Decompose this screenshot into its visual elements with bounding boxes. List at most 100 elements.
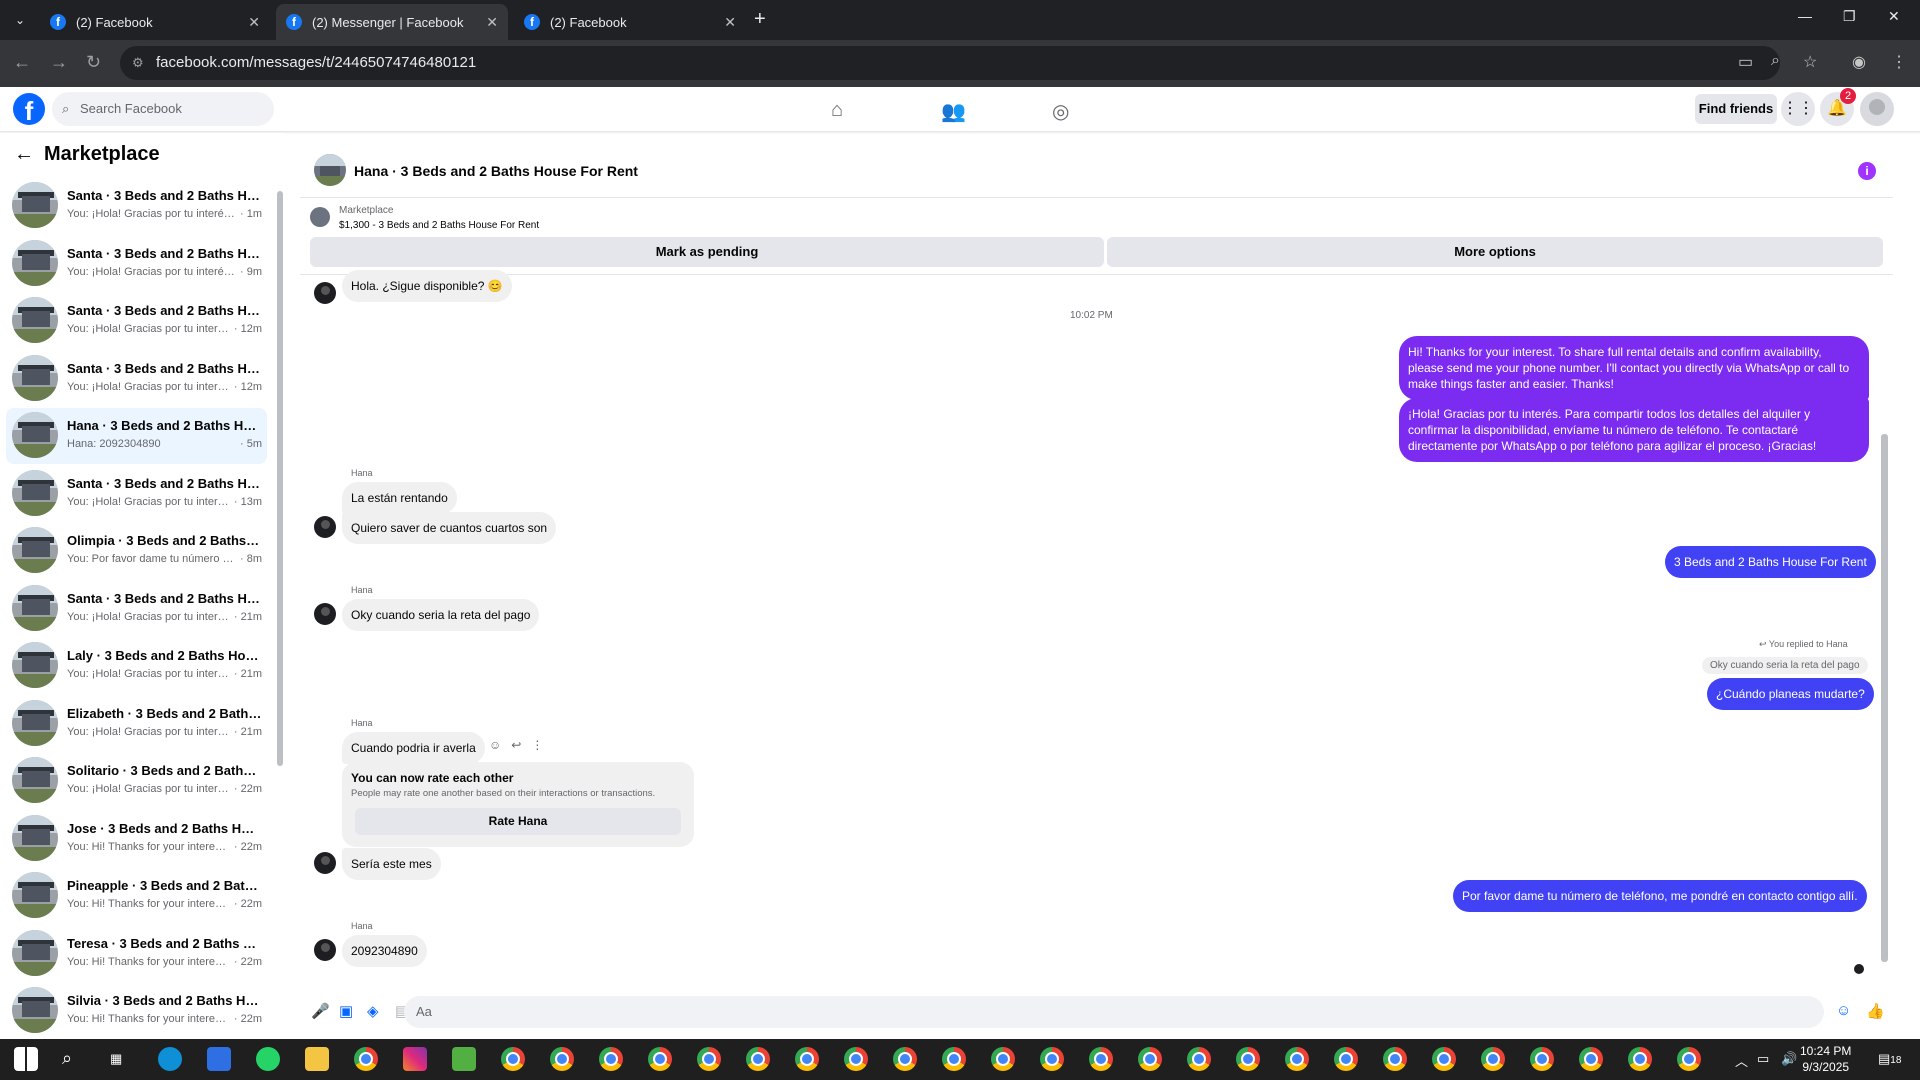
listing-photo[interactable] [314,154,346,186]
network-icon[interactable]: ▭ [1757,1051,1769,1067]
message-outgoing[interactable]: ¡Hola! Gracias por tu interés. Para comp… [1399,398,1869,462]
menu-kebab-icon[interactable]: ⋮ [1891,52,1907,72]
find-friends-button[interactable]: Find friends [1695,94,1777,124]
task-view-icon[interactable]: ▦ [110,1051,122,1067]
instagram-icon[interactable] [403,1047,427,1071]
back-icon[interactable]: ← [13,52,31,73]
chrome-window-icon[interactable] [795,1047,819,1071]
close-tab-icon[interactable]: ✕ [248,14,260,31]
more-options-button[interactable]: More options [1107,237,1883,267]
more-icon[interactable]: ⋮ [531,738,553,752]
chrome-window-icon[interactable] [1138,1047,1162,1071]
zoom-icon[interactable]: ⌕ [1771,52,1780,70]
notification-center-icon[interactable]: ▤18 [1878,1051,1901,1067]
close-window-icon[interactable]: ✕ [1888,8,1900,25]
chrome-window-icon[interactable] [1530,1047,1554,1071]
rate-button[interactable]: Rate Hana [355,808,681,835]
chrome-icon[interactable] [354,1047,378,1071]
start-icon[interactable] [14,1047,38,1071]
volume-icon[interactable]: 🔊 [1781,1051,1797,1067]
chrome-window-icon[interactable] [1089,1047,1113,1071]
install-app-icon[interactable]: ▭ [1738,52,1753,72]
reply-icon[interactable]: ↩ [511,738,531,752]
conversation-item[interactable]: Solitario · 3 Beds and 2 Baths House For… [6,753,267,809]
message-outgoing[interactable]: Por favor dame tu número de teléfono, me… [1453,880,1867,912]
close-tab-icon[interactable]: ✕ [486,14,498,31]
chrome-window-icon[interactable] [599,1047,623,1071]
whatsapp-icon[interactable] [256,1047,280,1071]
avatar[interactable] [314,852,336,874]
chrome-window-icon[interactable] [1383,1047,1407,1071]
back-arrow-icon[interactable]: ← [14,143,34,165]
profile-icon[interactable]: ◉ [1852,52,1866,72]
notepad-icon[interactable] [452,1047,476,1071]
sticker-icon[interactable]: ◈ [367,1002,379,1020]
chrome-window-icon[interactable] [1579,1047,1603,1071]
menu-grid-icon[interactable]: ⋮⋮ [1781,92,1815,126]
conversation-item[interactable]: Santa · 3 Beds and 2 Baths House For Ren… [6,178,267,234]
chrome-window-icon[interactable] [1040,1047,1064,1071]
conversation-item[interactable]: Jose · 3 Beds and 2 Baths House For Rent… [6,811,267,867]
friends-icon[interactable]: 👥 [941,99,966,124]
chrome-window-icon[interactable] [844,1047,868,1071]
message-incoming[interactable]: Hola. ¿Sigue disponible? 😊 [342,270,512,302]
chat-scrollbar[interactable] [1881,434,1888,962]
conversation-item[interactable]: Pineapple · 3 Beds and 2 Baths House For… [6,868,267,924]
tray-chevron-icon[interactable]: ︿ [1735,1051,1748,1070]
chat-title[interactable]: Hana · 3 Beds and 2 Baths House For Rent [354,163,638,179]
forward-icon[interactable]: → [50,52,68,73]
site-info-icon[interactable]: ⚙ [132,46,144,80]
bookmark-star-icon[interactable]: ☆ [1803,52,1817,72]
avatar[interactable] [314,282,336,304]
chrome-window-icon[interactable] [1677,1047,1701,1071]
browser-tab-3[interactable]: f (2) Facebook ✕ [514,4,746,40]
minimize-icon[interactable]: — [1798,8,1812,24]
chrome-window-icon[interactable] [1481,1047,1505,1071]
conversation-item[interactable]: Santa · 3 Beds and 2 Baths House For Ren… [6,236,267,292]
message-outgoing[interactable]: 3 Beds and 2 Baths House For Rent [1665,546,1876,578]
avatar[interactable] [314,939,336,961]
listing-thumb[interactable] [310,207,330,227]
avatar[interactable] [314,603,336,625]
chrome-window-icon[interactable] [746,1047,770,1071]
file-explorer-icon[interactable] [305,1047,329,1071]
chrome-window-icon[interactable] [1628,1047,1652,1071]
message-outgoing[interactable]: ¿Cuándo planeas mudarte? [1707,678,1874,710]
conversation-item[interactable]: Olimpia · 3 Beds and 2 Baths House For R… [6,523,267,579]
photo-icon[interactable]: ▣ [339,1002,353,1020]
tab-search-button[interactable]: ⌄ [8,8,32,32]
quoted-message[interactable]: Oky cuando seria la reta del pago [1702,657,1868,674]
chrome-window-icon[interactable] [1432,1047,1456,1071]
conversation-item[interactable]: Santa · 3 Beds and 2 Baths House For Ren… [6,351,267,407]
chrome-window-icon[interactable] [550,1047,574,1071]
groups-icon[interactable]: ◎ [1052,99,1069,124]
conversation-item[interactable]: Silvia · 3 Beds and 2 Baths House For Re… [6,983,267,1039]
message-incoming[interactable]: Sería este mes [342,848,441,880]
conversation-item[interactable]: Santa · 3 Beds and 2 Baths House For Ren… [6,581,267,637]
home-icon[interactable]: ⌂ [831,99,843,122]
account-avatar[interactable] [1860,92,1894,126]
browser-tab-1[interactable]: f (2) Facebook ✕ [40,4,270,40]
conversation-item[interactable]: Elizabeth · 3 Beds and 2 Baths House For… [6,696,267,752]
chrome-window-icon[interactable] [991,1047,1015,1071]
chrome-window-icon[interactable] [1334,1047,1358,1071]
listing-title[interactable]: $1,300 - 3 Beds and 2 Baths House For Re… [339,220,539,231]
conversation-item[interactable]: Laly · 3 Beds and 2 Baths House For Rent… [6,638,267,694]
sidebar-scrollbar[interactable] [277,191,283,766]
microphone-icon[interactable]: 🎤 [311,1002,330,1020]
chrome-window-icon[interactable] [1285,1047,1309,1071]
restore-icon[interactable]: ❐ [1843,8,1856,25]
message-incoming[interactable]: Quiero saver de cuantos cuartos son [342,512,557,544]
message-incoming[interactable]: La están rentando [342,482,457,514]
chrome-window-icon[interactable] [942,1047,966,1071]
avatar[interactable] [314,516,336,538]
close-tab-icon[interactable]: ✕ [724,14,736,31]
conversation-item[interactable]: Santa · 3 Beds and 2 Baths House For Ren… [6,466,267,522]
address-bar[interactable]: ⚙ facebook.com/messages/t/24465074746480… [120,46,1780,80]
chrome-window-icon[interactable] [1236,1047,1260,1071]
conversation-item[interactable]: Teresa · 3 Beds and 2 Baths House For Re… [6,926,267,982]
message-incoming[interactable]: 2092304890 [342,935,427,967]
chrome-window-icon[interactable] [893,1047,917,1071]
conversation-item[interactable]: Santa · 3 Beds and 2 Baths House For Ren… [6,293,267,349]
store-icon[interactable] [207,1047,231,1071]
